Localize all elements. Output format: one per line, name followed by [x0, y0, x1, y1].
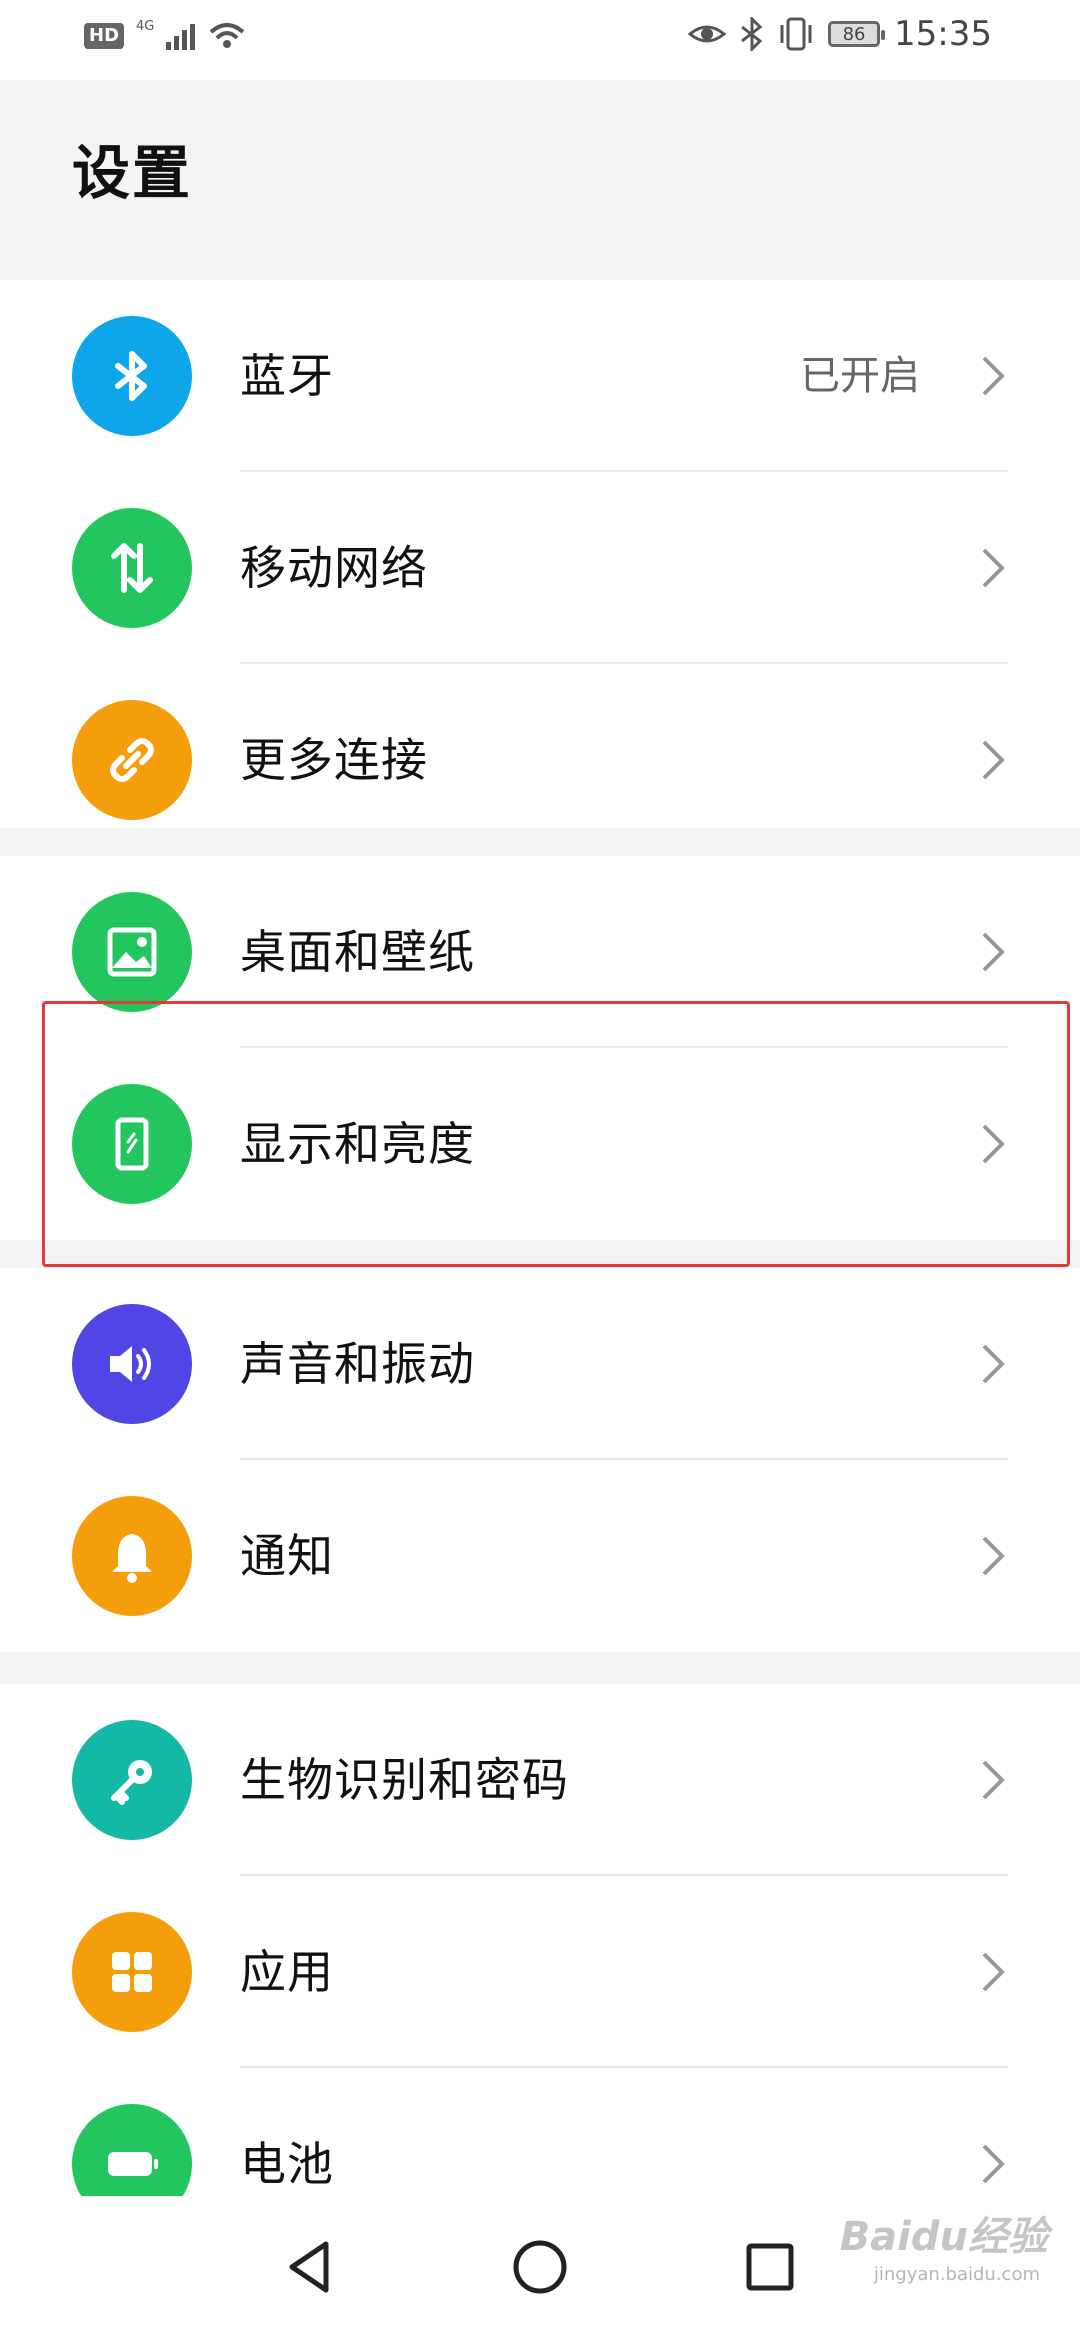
key-icon	[72, 1720, 192, 1840]
watermark-url: jingyan.baidu.com	[873, 2264, 1040, 2285]
settings-item-sound-vibration[interactable]: 声音和振动	[0, 1268, 1080, 1460]
chevron-right-icon	[982, 932, 1005, 972]
speaker-icon	[72, 1304, 192, 1424]
chevron-right-icon	[982, 2144, 1005, 2184]
settings-item-label: 通知	[240, 1529, 334, 1583]
signal-icon	[166, 22, 196, 50]
chevron-right-icon	[982, 356, 1005, 396]
settings-item-mobile-network[interactable]: 移动网络	[0, 472, 1080, 664]
network-type: 4G	[136, 18, 155, 34]
settings-item-label: 电池	[240, 2137, 334, 2191]
settings-item-label: 桌面和壁纸	[240, 925, 475, 979]
settings-item-label: 应用	[240, 1945, 334, 1999]
apps-grid-icon	[72, 1912, 192, 2032]
selection-highlight-box	[42, 1001, 1070, 1267]
bluetooth-status: 已开启	[800, 353, 920, 399]
settings-item-label: 蓝牙	[240, 349, 334, 403]
vibrate-icon	[780, 17, 812, 51]
chevron-right-icon	[982, 1760, 1005, 1800]
bluetooth-status-icon	[741, 17, 763, 51]
chevron-right-icon	[982, 1344, 1005, 1384]
chevron-right-icon	[982, 1536, 1005, 1576]
settings-group-security-apps: 生物识别和密码 应用 电池	[0, 1684, 1080, 2224]
home-button[interactable]	[505, 2232, 575, 2302]
battery-level: 86	[842, 23, 866, 45]
watermark: Baidu经验	[839, 2214, 1048, 2260]
chevron-right-icon	[982, 1952, 1005, 1992]
status-right: 86 15:35	[688, 14, 992, 54]
settings-item-bluetooth[interactable]: 蓝牙 已开启	[0, 280, 1080, 472]
back-button[interactable]	[274, 2232, 344, 2302]
eye-icon	[688, 25, 727, 43]
settings-item-more-connections[interactable]: 更多连接	[0, 664, 1080, 856]
battery-status-icon: 86	[828, 21, 886, 47]
status-left: HD 4G	[84, 18, 247, 52]
wifi-icon	[210, 23, 245, 48]
settings-item-biometrics-password[interactable]: 生物识别和密码	[0, 1684, 1080, 1876]
settings-item-label: 移动网络	[240, 541, 428, 595]
chevron-right-icon	[982, 740, 1005, 780]
settings-item-notifications[interactable]: 通知	[0, 1460, 1080, 1652]
settings-item-apps[interactable]: 应用	[0, 1876, 1080, 2068]
link-icon	[72, 700, 192, 820]
settings-item-label: 更多连接	[240, 733, 428, 787]
page-title: 设置	[72, 139, 193, 207]
settings-item-label: 生物识别和密码	[240, 1753, 569, 1807]
bluetooth-icon	[72, 316, 192, 436]
data-transfer-icon	[72, 508, 192, 628]
settings-group-sound: 声音和振动 通知	[0, 1268, 1080, 1652]
clock: 15:35	[894, 14, 992, 54]
status-bar: HD 4G 86 15:35	[0, 0, 1080, 80]
chevron-right-icon	[982, 548, 1005, 588]
bell-icon	[72, 1496, 192, 1616]
recents-button[interactable]	[735, 2232, 805, 2302]
settings-group-connectivity: 蓝牙 已开启 移动网络 更多连接	[0, 280, 1080, 828]
settings-item-label: 声音和振动	[240, 1337, 475, 1391]
image-icon	[72, 892, 192, 1012]
hd-badge: HD	[84, 23, 125, 49]
